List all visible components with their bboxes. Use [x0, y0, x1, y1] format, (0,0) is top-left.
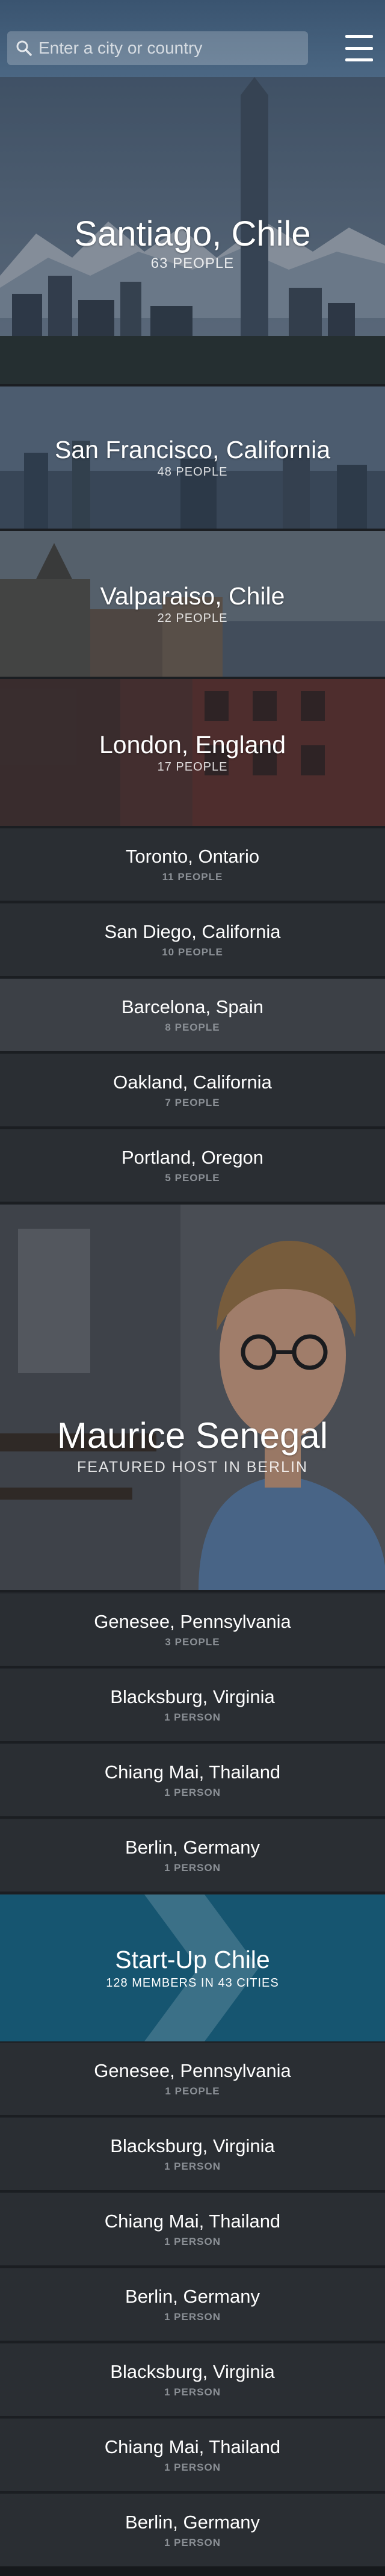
host-photo [0, 1205, 385, 1590]
city-card-photo[interactable]: San Francisco, California 48 PEOPLE [0, 386, 385, 531]
city-row[interactable]: San Diego, California 10 PEOPLE [0, 904, 385, 978]
people-count: 1 PERSON [164, 1862, 221, 1873]
people-count: 1 PERSON [164, 2161, 221, 2172]
city-title: San Francisco, California [54, 436, 331, 464]
city-title: Oakland, California [113, 1072, 272, 1093]
city-row-selected[interactable]: Barcelona, Spain 8 PEOPLE [0, 979, 385, 1054]
city-row[interactable]: Toronto, Ontario 11 PEOPLE [0, 828, 385, 903]
city-title: San Diego, California [104, 921, 281, 942]
city-row[interactable]: Portland, Oregon 5 PEOPLE [0, 1129, 385, 1204]
featured-host-card[interactable]: Maurice Senegal FEATURED HOST IN BERLIN [0, 1205, 385, 1592]
city-title: Toronto, Ontario [125, 846, 260, 867]
city-title: Blacksburg, Virginia [110, 2135, 275, 2156]
city-row[interactable]: Chiang Mai, Thailand 1 PERSON [0, 2419, 385, 2494]
people-count: 7 PEOPLE [165, 1097, 220, 1108]
people-count: 48 PEOPLE [157, 465, 228, 479]
city-row[interactable]: Berlin, Germany 1 PERSON [0, 2268, 385, 2343]
city-title: Portland, Oregon [121, 1147, 264, 1168]
people-count: 8 PEOPLE [165, 1022, 220, 1033]
people-count: 11 PEOPLE [162, 871, 223, 883]
people-count: 1 PERSON [164, 2537, 221, 2548]
people-count: 1 PERSON [164, 2386, 221, 2398]
search-input[interactable] [32, 31, 308, 66]
city-title: Chiang Mai, Thailand [104, 2211, 281, 2232]
city-row[interactable]: Oakland, California 7 PEOPLE [0, 1054, 385, 1129]
people-count: 63 PEOPLE [150, 255, 235, 272]
city-row[interactable]: Blacksburg, Virginia 1 PERSON [0, 2118, 385, 2193]
people-count: 5 PEOPLE [165, 1172, 220, 1184]
startup-caption: 128 MEMBERS IN 43 CITIES [106, 1976, 279, 1990]
people-count: 1 PERSON [164, 1712, 221, 1723]
city-title: Berlin, Germany [125, 2286, 260, 2307]
city-card-photo[interactable]: Valparaiso, Chile 22 PEOPLE [0, 531, 385, 679]
people-count: 17 PEOPLE [157, 760, 228, 774]
city-title: Valparaiso, Chile [100, 582, 285, 610]
people-count: 1 PERSON [164, 2462, 221, 2473]
city-row[interactable]: Genesee, Pennsylvania 1 PEOPLE [0, 2043, 385, 2117]
host-caption: FEATURED HOST IN BERLIN [76, 1459, 308, 1476]
people-count: 22 PEOPLE [157, 612, 228, 625]
people-count: 1 PERSON [164, 2311, 221, 2323]
city-row[interactable]: Chiang Mai, Thailand 1 PERSON [0, 1744, 385, 1819]
city-title: Santiago, Chile [74, 214, 311, 253]
people-count: 1 PEOPLE [165, 2085, 220, 2097]
city-row[interactable]: Blacksburg, Virginia 1 PERSON [0, 1669, 385, 1743]
search-box[interactable] [7, 31, 308, 66]
city-title: London, England [99, 731, 286, 759]
city-title: Chiang Mai, Thailand [104, 1761, 281, 1783]
people-count: 1 PERSON [164, 1787, 221, 1798]
people-count: 3 PEOPLE [165, 1636, 220, 1648]
city-title: Blacksburg, Virginia [110, 1686, 275, 1707]
startup-chile-card[interactable]: Start-Up Chile 128 MEMBERS IN 43 CITIES [0, 1895, 385, 2044]
city-row[interactable]: Blacksburg, Virginia 1 PERSON [0, 2344, 385, 2418]
search-icon [16, 40, 32, 57]
city-list-page: Santiago, Chile 63 PEOPLE San Francisco,… [0, 0, 385, 2576]
city-title: Genesee, Pennsylvania [94, 1611, 291, 1632]
city-title: Blacksburg, Virginia [110, 2361, 275, 2382]
city-title: Genesee, Pennsylvania [94, 2060, 291, 2081]
people-count: 10 PEOPLE [162, 946, 223, 958]
people-count: 1 PERSON [164, 2236, 221, 2247]
city-card-hero[interactable]: Santiago, Chile 63 PEOPLE [0, 77, 385, 386]
list-end-strip [0, 2566, 385, 2576]
host-name: Maurice Senegal [57, 1415, 328, 1456]
city-row[interactable]: Berlin, Germany 1 PERSON [0, 1819, 385, 1894]
startup-title: Start-Up Chile [115, 1946, 270, 1973]
city-card-photo[interactable]: London, England 17 PEOPLE [0, 679, 385, 828]
city-title: Chiang Mai, Thailand [104, 2436, 281, 2457]
hamburger-menu-icon[interactable] [345, 35, 373, 61]
top-bar [0, 0, 385, 77]
city-title: Berlin, Germany [125, 2512, 260, 2533]
city-row[interactable]: Berlin, Germany 1 PERSON [0, 2494, 385, 2569]
city-row[interactable]: Genesee, Pennsylvania 3 PEOPLE [0, 1594, 385, 1668]
city-row[interactable]: Chiang Mai, Thailand 1 PERSON [0, 2193, 385, 2268]
city-title: Barcelona, Spain [121, 996, 264, 1017]
city-title: Berlin, Germany [125, 1837, 260, 1858]
